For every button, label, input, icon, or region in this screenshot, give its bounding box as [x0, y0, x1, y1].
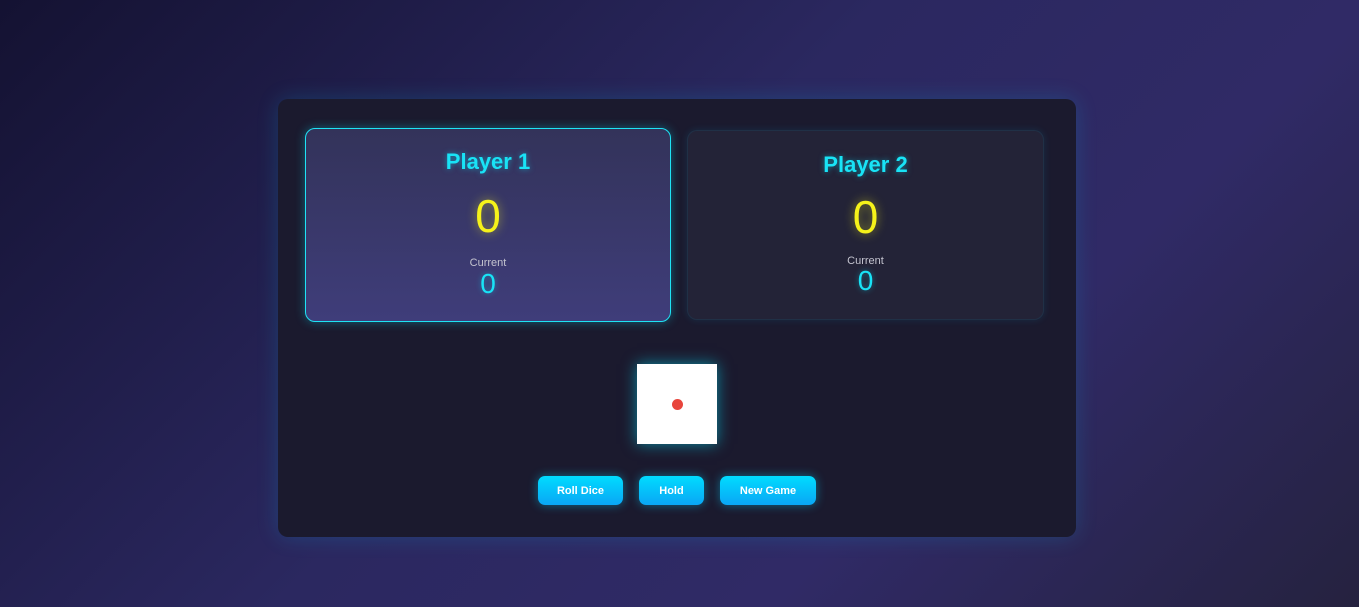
game-board: Player 1 0 Current 0 Player 2 0 Current …: [278, 99, 1076, 537]
dice-pip: [672, 399, 683, 410]
player-1-panel: Player 1 0 Current 0: [305, 128, 671, 322]
player-2-total-score: 0: [852, 191, 879, 243]
player-1-current-score: 0: [480, 268, 496, 299]
player-2-current-score: 0: [857, 265, 874, 296]
player-2-name: Player 2: [823, 152, 908, 177]
dice: [637, 364, 717, 444]
player-2-panel: Player 2 0 Current 0: [687, 130, 1044, 320]
roll-dice-button[interactable]: Roll Dice: [538, 476, 623, 505]
hold-button[interactable]: Hold: [639, 476, 704, 505]
new-game-button[interactable]: New Game: [720, 476, 816, 505]
player-1-total-score: 0: [475, 190, 501, 242]
player-1-name: Player 1: [445, 149, 531, 174]
